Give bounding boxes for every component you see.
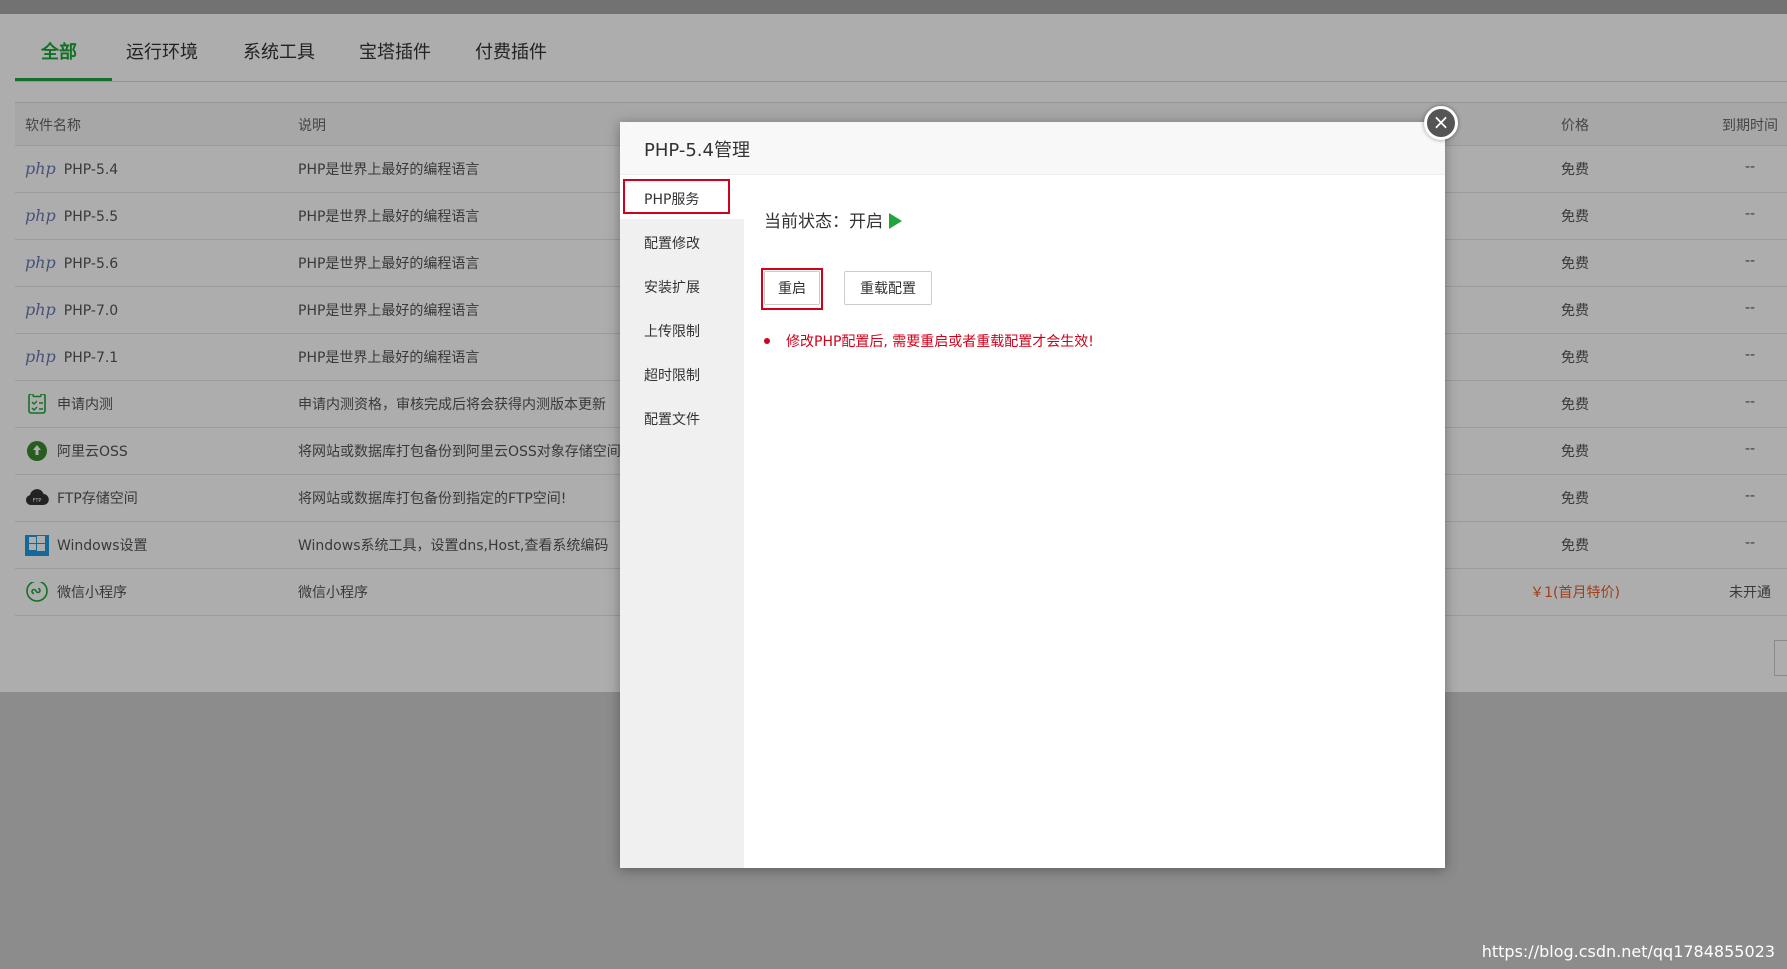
side-item-label: 超时限制 bbox=[644, 368, 700, 384]
restart-button[interactable]: 重启 bbox=[764, 271, 820, 305]
php-manager-modal: PHP-5.4管理 PHP服务 配置修改 安装扩展 上传限制 超时限制 配置文件… bbox=[620, 122, 1445, 868]
reload-config-button[interactable]: 重载配置 bbox=[844, 271, 932, 305]
side-item-label: 安装扩展 bbox=[644, 280, 700, 296]
modal-side-menu: PHP服务 配置修改 安装扩展 上传限制 超时限制 配置文件 bbox=[620, 175, 744, 868]
modal-content: 当前状态：开启 重启 重载配置 修改PHP配置后, 需要重启或者重载配置才会生效… bbox=[744, 175, 1445, 868]
service-status: 当前状态：开启 bbox=[764, 207, 902, 232]
side-item-timeout-limit[interactable]: 超时限制 bbox=[620, 351, 744, 395]
watermark: https://blog.csdn.net/qq1784855023 bbox=[1481, 942, 1775, 961]
side-item-config-file[interactable]: 配置文件 bbox=[620, 395, 744, 439]
play-icon bbox=[889, 212, 902, 229]
modal-title: PHP-5.4管理 bbox=[644, 140, 750, 161]
side-item-label: 上传限制 bbox=[644, 324, 700, 340]
side-item-install-extensions[interactable]: 安装扩展 bbox=[620, 263, 744, 307]
side-item-label: 配置修改 bbox=[644, 236, 700, 252]
side-item-config-edit[interactable]: 配置修改 bbox=[620, 219, 744, 263]
side-item-php-service[interactable]: PHP服务 bbox=[620, 175, 744, 219]
warning-message: 修改PHP配置后, 需要重启或者重载配置才会生效! bbox=[764, 331, 1094, 351]
status-label: 当前状态：开启 bbox=[764, 212, 883, 232]
side-item-label: 配置文件 bbox=[644, 412, 700, 428]
side-item-upload-limit[interactable]: 上传限制 bbox=[620, 307, 744, 351]
side-item-label: PHP服务 bbox=[644, 192, 700, 208]
close-icon[interactable]: × bbox=[1424, 106, 1458, 140]
modal-header: PHP-5.4管理 bbox=[620, 122, 1445, 175]
